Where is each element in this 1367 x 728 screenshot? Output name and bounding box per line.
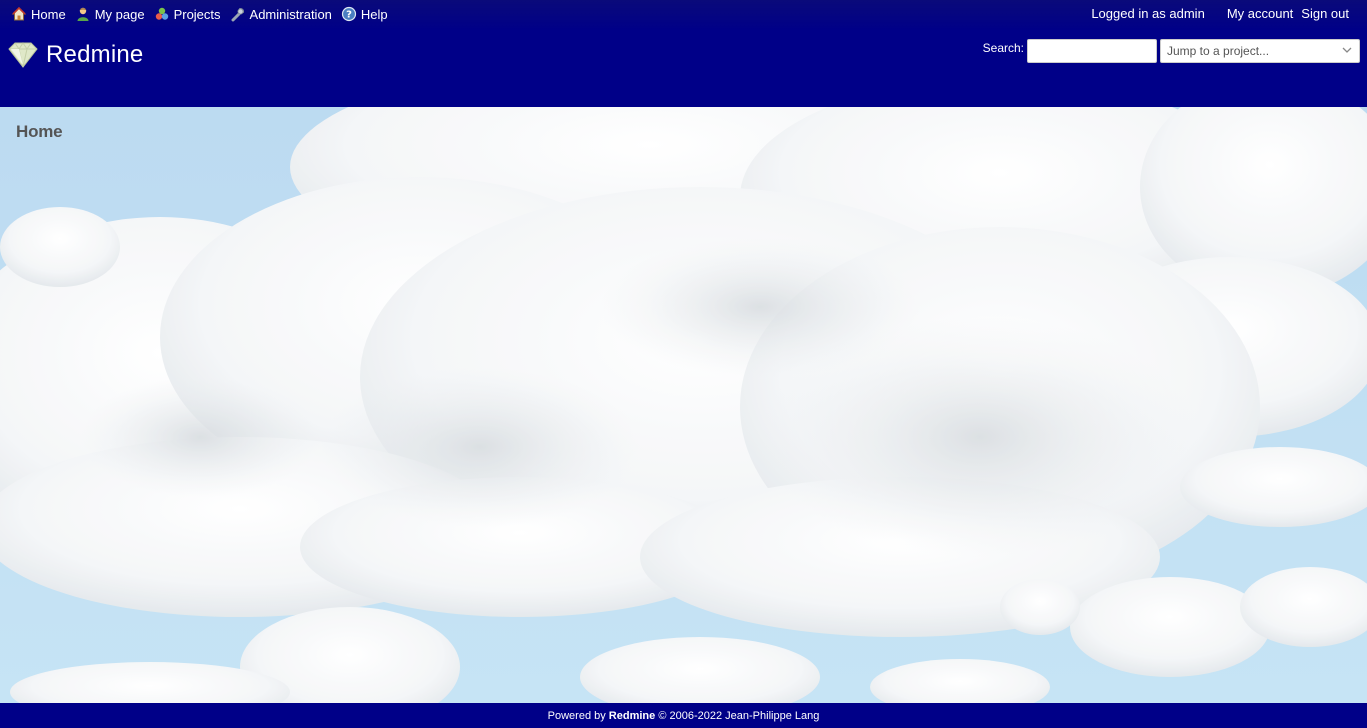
- user-icon: [75, 6, 91, 22]
- search-label: Search:: [982, 41, 1024, 55]
- logged-in-as: Logged in as admin: [1091, 6, 1205, 21]
- nav-my-page-label: My page: [94, 6, 145, 22]
- nav-administration-label: Administration: [249, 6, 332, 22]
- brand: Redmine: [6, 40, 143, 70]
- nav-help[interactable]: ? Help: [341, 6, 388, 22]
- jump-to-project-label: Jump to a project...: [1167, 44, 1270, 58]
- main-content: Home: [0, 107, 1367, 703]
- search-input[interactable]: [1027, 39, 1157, 63]
- app-title: Redmine: [46, 41, 144, 68]
- sign-out-link[interactable]: Sign out: [1301, 6, 1349, 21]
- nav-home[interactable]: Home: [11, 6, 66, 22]
- header: Redmine Search: Jump to a project...: [0, 30, 1367, 107]
- home-icon: [11, 6, 27, 22]
- projects-icon: [154, 6, 170, 22]
- nav-help-label: Help: [360, 6, 388, 22]
- page-title: Home: [16, 122, 63, 141]
- nav-administration[interactable]: Administration: [230, 6, 332, 22]
- top-menu-left: Home My page Projects Administration ? H…: [11, 6, 397, 22]
- jump-to-project-select[interactable]: Jump to a project...: [1160, 39, 1360, 63]
- quick-search: Search: Jump to a project...: [983, 39, 1360, 63]
- nav-my-page[interactable]: My page: [75, 6, 145, 22]
- footer-powered-by: Powered by: [547, 710, 606, 722]
- redmine-gem-icon: [6, 40, 40, 70]
- wrench-icon: [230, 6, 246, 22]
- footer-redmine-link[interactable]: Redmine: [609, 710, 655, 722]
- chevron-down-icon: [1341, 44, 1353, 56]
- nav-projects[interactable]: Projects: [154, 6, 221, 22]
- sky-background: [0, 107, 1367, 703]
- footer: Powered by Redmine © 2006-2022 Jean-Phil…: [0, 703, 1367, 728]
- help-icon: ?: [341, 6, 357, 22]
- top-menu: Home My page Projects Administration ? H…: [0, 0, 1367, 30]
- nav-projects-label: Projects: [173, 6, 221, 22]
- svg-text:?: ?: [346, 10, 352, 21]
- nav-home-label: Home: [31, 6, 66, 22]
- footer-copyright: © 2006-2022 Jean-Philippe Lang: [658, 710, 820, 722]
- my-account-link[interactable]: My account: [1227, 6, 1293, 21]
- top-menu-right: Logged in as admin My account Sign out: [1091, 6, 1349, 21]
